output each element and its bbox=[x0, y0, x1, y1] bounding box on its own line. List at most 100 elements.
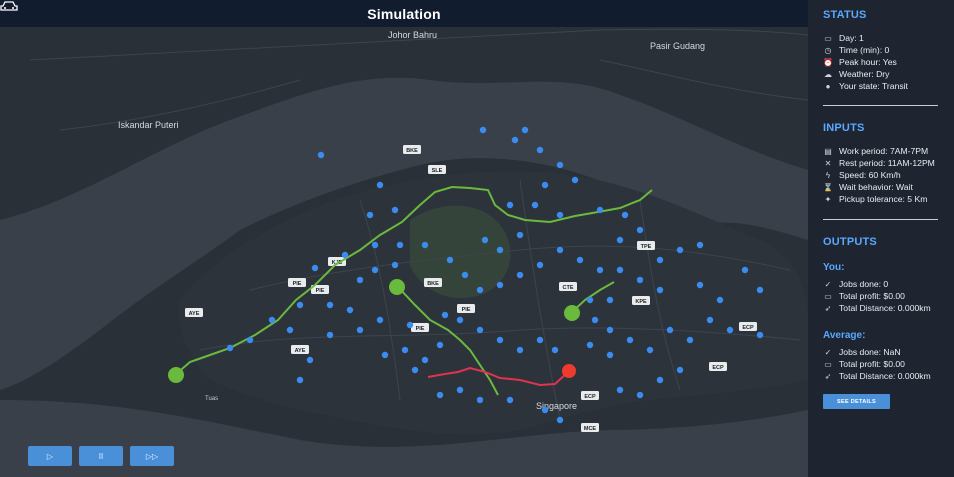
map-view[interactable]: Johor Bahru Iskandar Puteri Pasir Gudang… bbox=[0, 0, 808, 477]
job-point bbox=[341, 251, 349, 259]
check-icon: ✓ bbox=[824, 347, 832, 357]
user-icon: ● bbox=[825, 81, 831, 91]
map-label-tuas: Tuas bbox=[205, 396, 218, 402]
job-point bbox=[756, 331, 764, 339]
road-badge: SLE bbox=[428, 165, 446, 174]
utensils-icon: ✕ bbox=[824, 158, 832, 168]
job-point bbox=[666, 326, 674, 334]
job-point bbox=[536, 261, 544, 269]
info-text: Total Distance: 0.000km bbox=[839, 371, 931, 381]
info-row: ▭ Total profit: $0.00 bbox=[823, 291, 905, 301]
job-point bbox=[756, 286, 764, 294]
job-point bbox=[346, 306, 354, 314]
info-row: ➶ Total Distance: 0.000km bbox=[823, 303, 931, 313]
alarm-icon: ⏰ bbox=[823, 57, 833, 67]
pause-button[interactable]: II bbox=[79, 446, 123, 466]
svg-text:ECP: ECP bbox=[712, 365, 724, 371]
info-row: ☁ Weather: Dry bbox=[823, 69, 889, 79]
job-point bbox=[496, 336, 504, 344]
job-point bbox=[326, 301, 334, 309]
job-point bbox=[706, 316, 714, 324]
car-icon bbox=[0, 1, 18, 11]
job-point bbox=[696, 241, 704, 249]
divider bbox=[823, 219, 938, 220]
job-point bbox=[391, 206, 399, 214]
job-point bbox=[371, 241, 379, 249]
job-point bbox=[536, 146, 544, 154]
job-point bbox=[541, 406, 549, 414]
job-point bbox=[411, 366, 419, 374]
bolt-icon: ϟ bbox=[825, 170, 831, 180]
play-button[interactable]: ▷ bbox=[28, 446, 72, 466]
info-row: ϟ Speed: 60 Km/h bbox=[823, 170, 901, 180]
outputs-heading: OUTPUTS bbox=[823, 236, 877, 248]
job-point bbox=[596, 206, 604, 214]
info-row: ⌛ Wait behavior: Wait bbox=[823, 182, 913, 192]
job-point bbox=[676, 246, 684, 254]
cloud-icon: ☁ bbox=[824, 69, 832, 79]
map-canvas[interactable]: Johor Bahru Iskandar Puteri Pasir Gudang… bbox=[0, 0, 808, 477]
job-point bbox=[516, 271, 524, 279]
job-point bbox=[656, 286, 664, 294]
svg-text:TPE: TPE bbox=[641, 244, 652, 250]
job-point bbox=[326, 331, 334, 339]
waypoint-marker bbox=[389, 279, 405, 295]
road-badge: CTE bbox=[559, 282, 577, 291]
road-badge: ECP bbox=[709, 362, 727, 371]
job-point bbox=[506, 201, 514, 209]
job-point bbox=[356, 326, 364, 334]
info-text: Pickup tolerance: 5 Km bbox=[839, 194, 928, 204]
job-point bbox=[616, 386, 624, 394]
job-point bbox=[616, 236, 624, 244]
job-point bbox=[371, 266, 379, 274]
clock-icon: ◷ bbox=[824, 45, 832, 55]
job-point bbox=[636, 226, 644, 234]
job-point bbox=[396, 241, 404, 249]
job-point bbox=[516, 346, 524, 354]
road-badge: PIE bbox=[457, 304, 475, 313]
job-point bbox=[591, 316, 599, 324]
job-point bbox=[376, 316, 384, 324]
job-point bbox=[571, 176, 579, 184]
job-point bbox=[406, 321, 414, 329]
svg-text:ECP: ECP bbox=[584, 394, 596, 400]
info-row: ✕ Rest period: 11AM-12PM bbox=[823, 158, 935, 168]
info-text: Jobs done: 0 bbox=[839, 279, 889, 289]
svg-text:CTE: CTE bbox=[563, 285, 574, 291]
info-row: ▭ Total profit: $0.00 bbox=[823, 359, 905, 369]
check-icon: ✓ bbox=[824, 279, 832, 289]
svg-text:PIE: PIE bbox=[416, 326, 425, 332]
title-bar: Simulation bbox=[0, 0, 808, 27]
job-point bbox=[436, 341, 444, 349]
road-badge: BKE bbox=[403, 145, 421, 154]
info-row: ✦ Pickup tolerance: 5 Km bbox=[823, 194, 928, 204]
job-point bbox=[479, 126, 487, 134]
job-point bbox=[676, 366, 684, 374]
job-point bbox=[436, 391, 444, 399]
map-label-johor-bahru: Johor Bahru bbox=[388, 30, 437, 40]
info-text: Your state: Transit bbox=[839, 81, 908, 91]
fast-forward-button[interactable]: ▷▷ bbox=[130, 446, 174, 466]
job-point bbox=[246, 336, 254, 344]
see-details-button[interactable]: SEE DETAILS bbox=[823, 394, 890, 409]
job-point bbox=[726, 326, 734, 334]
info-row: ⏰ Peak hour: Yes bbox=[823, 57, 897, 67]
road-badge: AYE bbox=[291, 345, 309, 354]
info-text: Speed: 60 Km/h bbox=[839, 170, 901, 180]
job-point bbox=[481, 236, 489, 244]
job-point bbox=[576, 256, 584, 264]
average-heading: Average: bbox=[823, 330, 866, 341]
you-heading: You: bbox=[823, 262, 845, 273]
job-point bbox=[376, 181, 384, 189]
person-icon: ✦ bbox=[824, 194, 832, 204]
job-point bbox=[606, 351, 614, 359]
svg-text:KPE: KPE bbox=[635, 299, 647, 305]
job-point bbox=[456, 386, 464, 394]
job-point bbox=[606, 296, 614, 304]
info-row: ✓ Jobs done: NaN bbox=[823, 347, 901, 357]
job-point bbox=[686, 336, 694, 344]
info-row: ● Your state: Transit bbox=[823, 81, 908, 91]
hourglass-icon: ⌛ bbox=[823, 182, 833, 192]
sidebar: STATUS ▭ Day: 1 ◷ Time (min): 0 ⏰ Peak hour: … bbox=[808, 0, 954, 477]
job-point bbox=[626, 336, 634, 344]
